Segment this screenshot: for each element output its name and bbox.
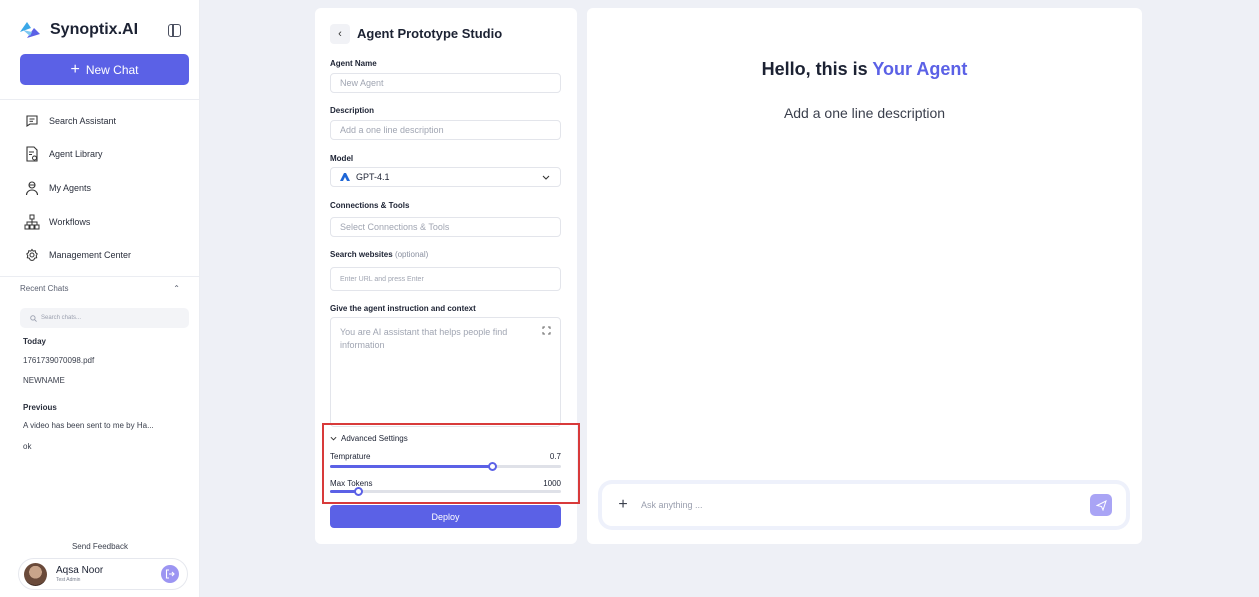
ask-input-placeholder: Ask anything ... <box>641 500 703 510</box>
brand-name: Synoptix.AI <box>50 21 139 38</box>
send-button[interactable] <box>1090 494 1112 516</box>
agent-preview-panel: Hello, this is Your Agent Add a one line… <box>587 8 1142 544</box>
chevron-left-icon: ‹ <box>338 28 342 40</box>
chat-bubble-icon <box>24 113 40 129</box>
sidebar-item-workflows[interactable]: Workflows <box>24 214 90 230</box>
preview-greeting: Hello, this is Your Agent <box>587 59 1142 80</box>
chat-item[interactable]: 1761739070098.pdf <box>23 356 94 365</box>
logout-icon <box>165 569 175 579</box>
websites-label: Search websites (optional) <box>330 250 428 259</box>
recent-chats-header[interactable]: Recent Chats ⌃ <box>20 284 180 293</box>
sidebar-item-my-agents[interactable]: My Agents <box>24 180 91 196</box>
instructions-placeholder: You are AI assistant that helps people f… <box>340 327 508 350</box>
chat-item[interactable]: NEWNAME <box>23 376 65 385</box>
instructions-label: Give the agent instruction and context <box>330 304 476 313</box>
new-chat-label: New Chat <box>85 62 139 77</box>
model-value: GPT-4.1 <box>356 172 390 182</box>
sidebar-toggle-icon[interactable] <box>168 24 181 37</box>
description-input[interactable]: Add a one line description <box>330 120 561 140</box>
description-label: Description <box>330 106 375 115</box>
search-icon <box>30 314 37 322</box>
instructions-textarea[interactable]: You are AI assistant that helps people f… <box>330 317 561 427</box>
greeting-prefix: Hello, this is <box>761 59 868 79</box>
description-placeholder: Add a one line description <box>340 125 444 135</box>
ask-input-bar[interactable]: + Ask anything ... <box>602 484 1126 526</box>
connections-label: Connections & Tools <box>330 201 410 210</box>
expand-icon[interactable] <box>542 326 551 335</box>
logout-button[interactable] <box>161 565 179 583</box>
model-select[interactable]: GPT-4.1 <box>330 167 561 187</box>
new-chat-button[interactable]: + New Chat <box>20 54 189 85</box>
sidebar-item-label: My Agents <box>49 183 92 193</box>
optional-hint: (optional) <box>394 250 429 259</box>
chat-item[interactable]: A video has been sent to me by Ha... <box>23 421 154 430</box>
workflow-icon <box>24 214 40 230</box>
user-card[interactable]: Aqsa Noor Test Admin <box>18 558 188 590</box>
chat-item[interactable]: ok <box>23 442 31 451</box>
page-title: Agent Prototype Studio <box>357 26 503 41</box>
chat-group-title: Previous <box>23 403 57 412</box>
connections-placeholder: Select Connections & Tools <box>340 222 450 232</box>
back-button[interactable]: ‹ <box>330 24 350 44</box>
search-chats-placeholder: Search chats... <box>41 315 82 321</box>
brand[interactable]: Synoptix.AI <box>18 18 138 42</box>
user-role: Test Admin <box>56 577 81 583</box>
chat-group-title: Today <box>23 337 46 346</box>
divider <box>0 99 200 100</box>
recent-chats-label: Recent Chats <box>20 284 69 293</box>
advanced-settings-highlight <box>322 423 580 504</box>
divider <box>0 276 200 277</box>
sidebar-item-search-assistant[interactable]: Search Assistant <box>24 113 116 129</box>
sidebar-item-label: Search Assistant <box>49 116 117 126</box>
sidebar-item-agent-library[interactable]: Agent Library <box>24 146 103 162</box>
user-name: Aqsa Noor <box>56 565 104 576</box>
chevron-down-icon <box>542 172 550 182</box>
agent-name-placeholder: New Agent <box>340 78 384 88</box>
gear-icon <box>24 247 40 263</box>
avatar <box>24 562 47 586</box>
deploy-button[interactable]: Deploy <box>330 505 561 528</box>
search-chats-input[interactable]: Search chats... <box>20 308 189 328</box>
greeting-accent: Your Agent <box>872 59 968 79</box>
document-icon <box>24 146 40 162</box>
plus-icon: + <box>70 60 80 78</box>
agent-name-label: Agent Name <box>330 59 377 68</box>
websites-input[interactable]: Enter URL and press Enter <box>330 267 561 291</box>
preview-description: Add a one line description <box>783 105 946 121</box>
sidebar-item-label: Management Center <box>49 250 132 260</box>
send-icon <box>1095 499 1107 511</box>
model-logo-icon <box>340 173 350 181</box>
plus-icon[interactable]: + <box>616 496 630 514</box>
websites-label-text: Search websites <box>330 250 393 259</box>
send-feedback-link[interactable]: Send Feedback <box>0 542 200 551</box>
websites-placeholder: Enter URL and press Enter <box>340 275 424 283</box>
chevron-up-icon: ⌃ <box>173 284 180 293</box>
agent-icon <box>24 180 40 196</box>
model-label: Model <box>330 154 354 163</box>
sidebar: Synoptix.AI + New Chat Search Assistant … <box>0 0 200 597</box>
connections-select[interactable]: Select Connections & Tools <box>330 217 561 237</box>
synoptix-logo-icon <box>20 22 40 38</box>
sidebar-item-management-center[interactable]: Management Center <box>24 247 131 263</box>
sidebar-item-label: Workflows <box>49 217 91 227</box>
sidebar-item-label: Agent Library <box>49 149 103 159</box>
agent-name-input[interactable]: New Agent <box>330 73 561 93</box>
